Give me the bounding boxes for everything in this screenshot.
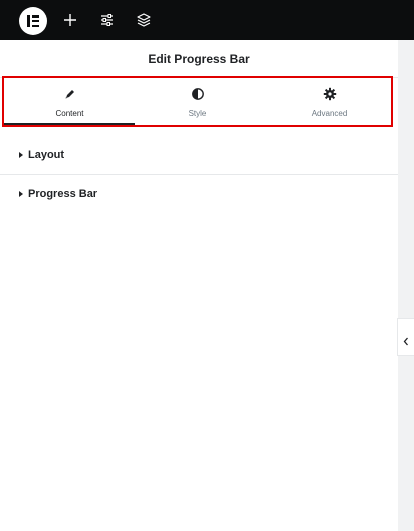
section-progress-bar-label: Progress Bar [28,188,98,200]
section-layout-label: Layout [28,149,65,161]
top-toolbar [0,0,414,40]
tab-advanced[interactable]: Advanced [264,78,395,125]
tab-content-label: Content [55,109,84,118]
sliders-icon[interactable] [98,11,116,29]
tab-advanced-label: Advanced [311,109,348,118]
caret-right-icon [19,152,23,158]
panel-title: Edit Progress Bar [0,40,398,78]
tab-content[interactable]: Content [4,78,135,125]
tab-style[interactable]: Style [132,78,263,125]
tab-style-label: Style [188,109,207,118]
layers-icon[interactable] [135,11,153,29]
elementor-logo-icon[interactable] [19,7,47,35]
panel-edge [398,40,414,531]
panel-tabs: Content Style Advanced [2,76,393,127]
active-tab-indicator [4,123,135,125]
collapse-panel-button[interactable] [397,318,414,356]
chevron-left-icon [403,333,409,351]
plus-icon[interactable] [61,11,79,29]
section-layout[interactable]: Layout [0,137,398,175]
section-progress-bar[interactable]: Progress Bar [0,176,398,214]
half-circle-icon [191,87,205,101]
pencil-icon [63,87,77,101]
gear-icon [323,87,337,101]
caret-right-icon [19,191,23,197]
